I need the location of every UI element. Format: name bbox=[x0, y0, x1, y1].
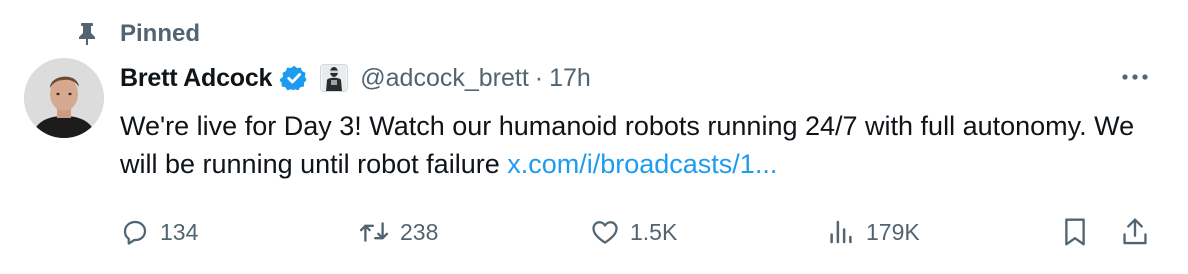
reply-icon bbox=[120, 217, 150, 247]
heart-icon bbox=[590, 217, 620, 247]
analytics-icon bbox=[826, 217, 856, 247]
like-button[interactable]: 1.5K bbox=[590, 212, 677, 252]
tweet-text: We're live for Day 3! Watch our humanoid… bbox=[120, 107, 1160, 183]
retweet-icon bbox=[358, 217, 390, 247]
retweet-button[interactable]: 238 bbox=[358, 212, 438, 252]
verified-badge-icon[interactable] bbox=[280, 63, 310, 93]
tweet-actions: 134 238 1.5K 179K bbox=[0, 212, 1188, 252]
tweet-header: Brett Adcock @adcock_brett · 17h bbox=[120, 60, 591, 96]
pinned-label: Pinned bbox=[120, 20, 201, 47]
reply-count: 134 bbox=[160, 218, 199, 245]
separator-dot: · bbox=[534, 63, 544, 92]
pinned-indicator: Pinned bbox=[76, 18, 200, 50]
retweet-count: 238 bbox=[400, 218, 439, 245]
views-count: 179K bbox=[866, 218, 920, 245]
share-icon bbox=[1120, 216, 1150, 248]
more-options-icon[interactable] bbox=[1118, 62, 1152, 92]
timestamp[interactable]: 17h bbox=[549, 64, 591, 93]
author-name[interactable]: Brett Adcock bbox=[120, 64, 272, 93]
author-handle[interactable]: @adcock_brett bbox=[360, 64, 529, 93]
bookmark-icon bbox=[1060, 216, 1090, 248]
like-count: 1.5K bbox=[630, 218, 678, 245]
reply-button[interactable]: 134 bbox=[120, 212, 198, 252]
pin-icon bbox=[76, 22, 98, 46]
avatar[interactable] bbox=[24, 58, 104, 138]
bookmark-button[interactable] bbox=[1060, 212, 1090, 252]
robot-affiliate-badge[interactable] bbox=[320, 64, 349, 92]
tweet-link[interactable]: x.com/i/broadcasts/1... bbox=[507, 149, 777, 179]
views-button[interactable]: 179K bbox=[826, 212, 920, 252]
share-button[interactable] bbox=[1120, 212, 1150, 252]
